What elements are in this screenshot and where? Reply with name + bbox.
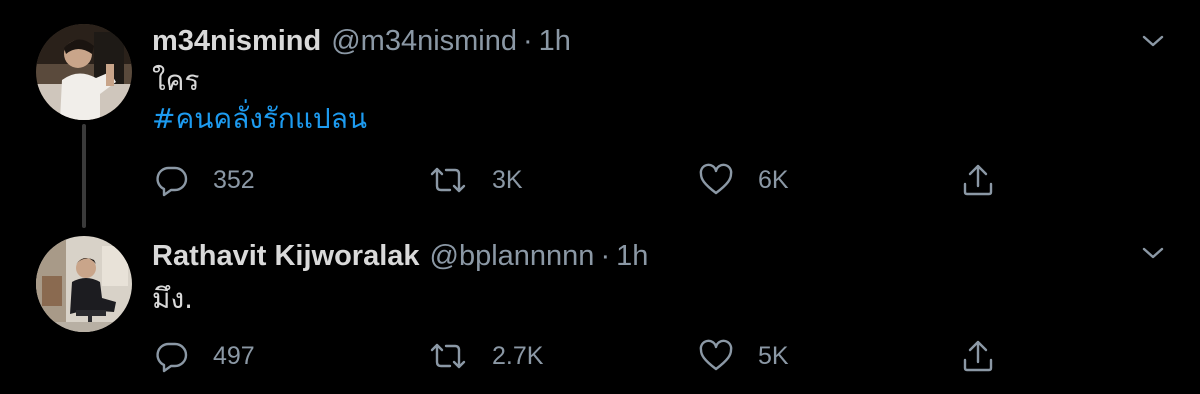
like-button[interactable]: 6K [698,160,789,200]
tweet-header: m34nismind @m34nismind · 1h [152,24,571,58]
chevron-down-icon[interactable] [1140,240,1166,266]
display-name[interactable]: Rathavit Kijworalak [152,240,420,272]
share-icon [960,338,996,374]
like-icon [698,163,734,197]
timestamp[interactable]: 1h [539,25,571,57]
retweet-icon [428,339,468,373]
chevron-down-icon[interactable] [1140,28,1166,54]
like-count: 6K [758,165,789,194]
hashtag-link[interactable]: #คนคลั่งรักแปลน [152,100,367,138]
retweet-button[interactable]: 2.7K [428,336,543,376]
retweet-count: 2.7K [492,341,544,370]
reply-button[interactable]: 497 [155,336,255,376]
tweet-text-content: มึง. [152,282,194,315]
user-handle[interactable]: @bplannnnn [430,240,595,272]
like-count: 5K [758,341,789,370]
share-button[interactable] [960,160,996,200]
retweet-icon [428,163,468,197]
share-button[interactable] [960,336,996,376]
tweet-text-content: ใคร [152,64,200,97]
tweet[interactable]: m34nismind @m34nismind · 1h ใคร #คนคลั่งรัก… [0,0,1200,228]
display-name[interactable]: m34nismind [152,25,321,57]
tweet[interactable]: Rathavit Kijworalak @bplannnnn · 1h มึง. 49… [0,222,1200,394]
tweet-header: Rathavit Kijworalak @bplannnnn · 1h [152,239,648,273]
like-button[interactable]: 5K [698,336,789,376]
share-icon [960,162,996,198]
reply-icon [155,163,189,197]
avatar[interactable] [36,24,132,120]
reply-count: 352 [213,165,255,194]
retweet-count: 3K [492,165,523,194]
retweet-button[interactable]: 3K [428,160,523,200]
reply-icon [155,339,189,373]
user-handle[interactable]: @m34nismind [331,25,517,57]
tweet-actions: 352 3K 6K [0,160,1200,200]
avatar[interactable] [36,236,132,332]
separator-dot: · [523,25,533,57]
timestamp[interactable]: 1h [616,240,648,272]
tweet-text: มึง. [152,280,193,318]
like-icon [698,339,734,373]
reply-count: 497 [213,341,255,370]
separator-dot: · [600,240,611,272]
tweet-actions: 497 2.7K 5K [0,336,1200,376]
reply-button[interactable]: 352 [155,160,255,200]
tweet-text: ใคร #คนคลั่งรักแปลน [152,62,367,138]
